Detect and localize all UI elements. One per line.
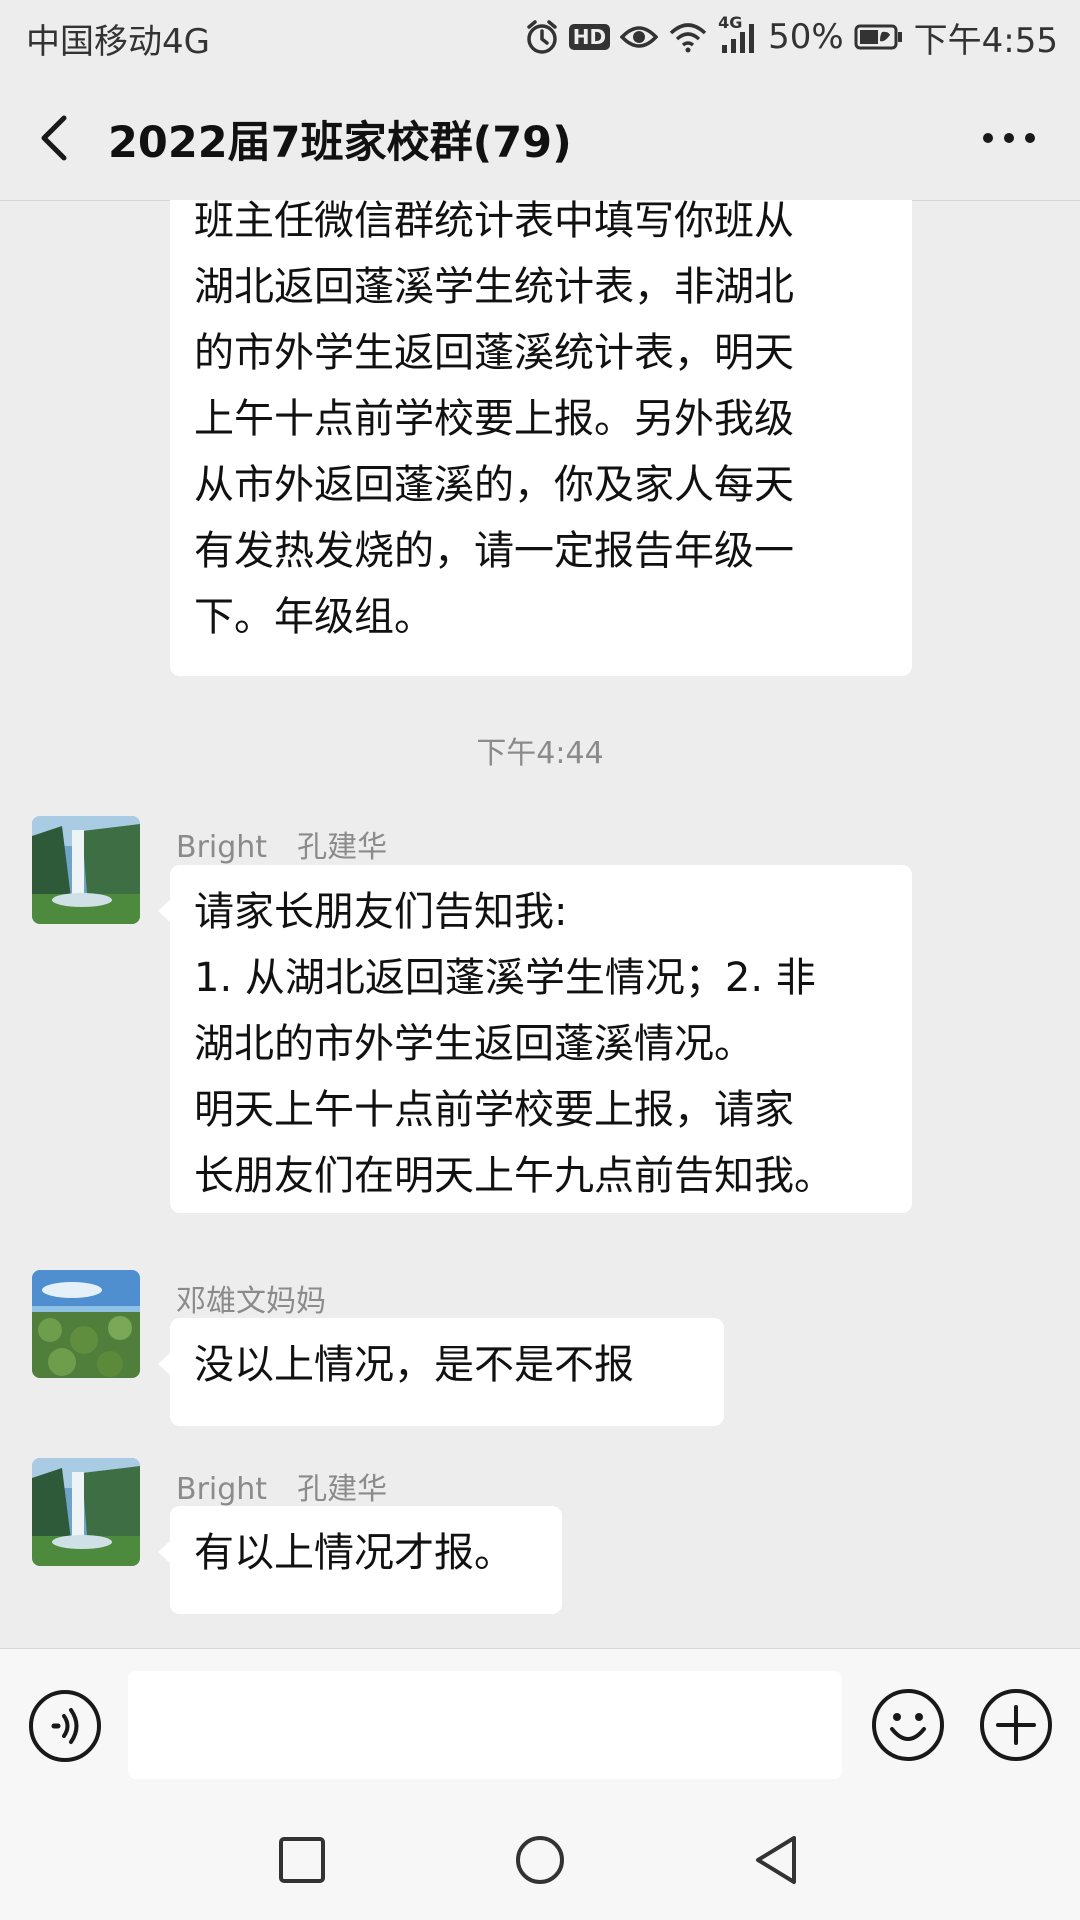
timestamp: 下午4:44	[476, 736, 604, 771]
hd-badge: HD	[568, 24, 611, 50]
message-line: 从市外返回蓬溪的，你及家人每天	[194, 462, 794, 508]
plus-icon	[980, 1689, 1052, 1761]
lotus-field-avatar-image	[32, 1270, 140, 1378]
message-line: 下。年级组。	[194, 594, 434, 640]
clock-time: 下午4:55	[913, 20, 1058, 61]
sender-name: 邓雄文妈妈	[176, 1284, 326, 1319]
message-line: 班主任微信群统计表中填写你班从	[194, 200, 794, 244]
message-line: 湖北的市外学生返回蓬溪情况。	[194, 1021, 754, 1067]
chat-title: 2022届7班家校群(79)	[108, 118, 572, 168]
system-nav-bar	[0, 1800, 1080, 1920]
back-button[interactable]	[30, 106, 80, 170]
status-icons: HD 4G 50% 下午4:55	[525, 12, 1058, 62]
home-icon	[516, 1836, 564, 1884]
bubble-tail	[158, 899, 171, 923]
back-icon	[756, 1836, 796, 1884]
recents-icon	[279, 1837, 325, 1883]
message-line: 没以上情况，是不是不报	[194, 1342, 634, 1388]
more-dots-icon	[983, 133, 1035, 143]
message-bubble[interactable]: 班主任微信群统计表中填写你班从 湖北返回蓬溪学生统计表，非湖北 的市外学生返回蓬…	[170, 200, 912, 676]
sender-name: Bright 孔建华	[176, 1472, 388, 1507]
message-bubble[interactable]: 没以上情况，是不是不报	[158, 1318, 724, 1426]
more-button[interactable]	[974, 106, 1044, 170]
status-bar: 中国移动4G HD 4G 50% 下午4:55	[0, 0, 1080, 76]
avatar[interactable]	[32, 1270, 140, 1378]
message-line: 上午十点前学校要上报。另外我级	[194, 396, 794, 442]
message-input[interactable]	[128, 1671, 842, 1779]
emoji-button[interactable]	[870, 1687, 946, 1767]
message-line: 的市外学生返回蓬溪统计表，明天	[194, 330, 794, 376]
message-list[interactable]: 班主任微信群统计表中填写你班从 湖北返回蓬溪学生统计表，非湖北 的市外学生返回蓬…	[0, 200, 1080, 1648]
emoji-icon	[872, 1689, 944, 1761]
message-line: 明天上午十点前学校要上报，请家	[194, 1087, 794, 1133]
carrier-label: 中国移动4G	[26, 22, 210, 62]
message-line: 有发热发烧的，请一定报告年级一	[194, 528, 794, 574]
more-actions-button[interactable]	[978, 1687, 1054, 1767]
bubble-tail	[158, 1352, 171, 1376]
waterfall-avatar-image	[32, 1458, 140, 1566]
message-line: 长朋友们在明天上午九点前告知我。	[194, 1153, 834, 1199]
alarm-icon	[525, 19, 559, 55]
message-line: 有以上情况才报。	[194, 1530, 514, 1576]
nav-back-button[interactable]	[752, 1834, 800, 1890]
wifi-icon	[668, 21, 708, 53]
voice-button[interactable]	[28, 1689, 102, 1767]
recents-button[interactable]	[278, 1836, 326, 1888]
sender-name: Bright 孔建华	[176, 830, 388, 865]
chevron-left-icon	[41, 115, 67, 161]
battery-percent: 50%	[768, 17, 844, 57]
title-bar: 2022届7班家校群(79)	[0, 76, 1080, 201]
voice-icon	[29, 1690, 101, 1762]
message-bubble[interactable]: 有以上情况才报。	[158, 1506, 562, 1614]
message-bubble[interactable]: 请家长朋友们告知我: 1. 从湖北返回蓬溪学生情况；2. 非 湖北的市外学生返回…	[158, 865, 912, 1213]
message-line: 湖北返回蓬溪学生统计表，非湖北	[194, 264, 794, 310]
message-line: 请家长朋友们告知我:	[194, 889, 568, 935]
battery-icon	[854, 23, 904, 51]
avatar[interactable]	[32, 1458, 140, 1566]
waterfall-avatar-image	[32, 816, 140, 924]
signal-icon: 4G	[718, 13, 758, 55]
eye-icon	[620, 23, 659, 51]
home-button[interactable]	[514, 1834, 566, 1890]
bubble-tail	[158, 1540, 171, 1564]
avatar[interactable]	[32, 816, 140, 924]
input-bar	[0, 1648, 1080, 1801]
message-line: 1. 从湖北返回蓬溪学生情况；2. 非	[194, 955, 816, 1001]
